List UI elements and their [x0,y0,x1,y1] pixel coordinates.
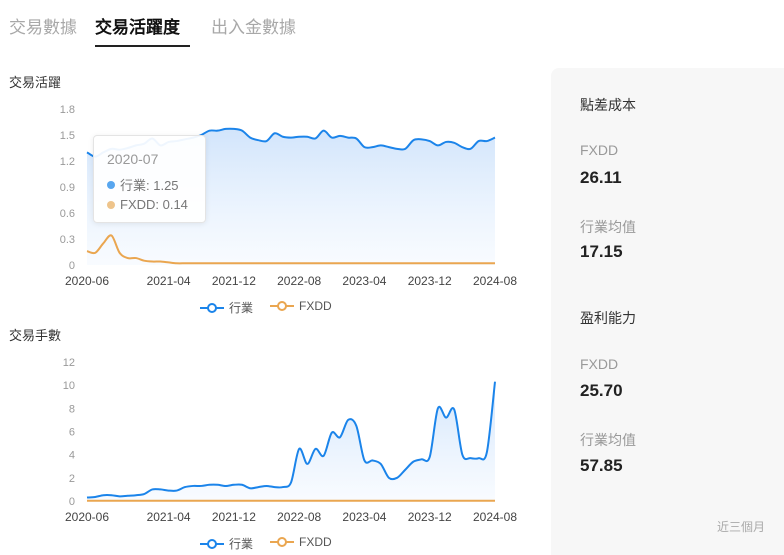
legend-fxdd[interactable]: FXDD [270,535,332,549]
x-tick-label: 2023-12 [408,510,452,524]
y-tick-label: 4 [69,450,75,462]
profit-industry-label: 行業均值 [580,432,636,448]
x-tick-label: 2020-06 [65,510,109,524]
y-tick-label: 8 [69,403,75,415]
legend-line-icon [270,536,294,548]
legend-line-icon [200,538,224,550]
y-tick-label: 10 [63,380,75,392]
y-tick-label: 2 [69,473,75,485]
spread-industry-label: 行業均值 [580,219,636,235]
metrics-panel: 點差成本 FXDD 26.11 行業均值 17.15 盈利能力 FXDD 25.… [551,68,784,555]
y-tick-label: 12 [63,357,75,369]
spread-fxdd-label: FXDD [580,142,619,158]
legend-industry[interactable]: 行業 [200,535,253,552]
x-tick-label: 2021-04 [147,510,191,524]
profit-industry-value: 57.85 [580,456,623,475]
x-tick-label: 2021-12 [212,510,256,524]
x-tick-label: 2023-04 [342,510,386,524]
spread-industry-value: 17.15 [580,242,623,261]
profitability-title: 盈利能力 [580,310,636,326]
legend-industry-label: 行業 [229,537,254,551]
profit-fxdd-value: 25.70 [580,381,623,400]
spread-fxdd-value: 26.11 [580,168,622,187]
period-footnote: 近三個月 [717,520,766,534]
legend-fxdd-label: FXDD [299,535,332,549]
y-tick-label: 6 [69,427,75,439]
x-tick-label: 2024-08 [473,510,517,524]
lots-chart-legend: 行業 FXDD [200,535,340,551]
lots-chart[interactable]: 0 2 4 6 8 10 12 2020-06 2021-04 2021-12 2022-08 202… [0,0,540,555]
y-tick-label: 0 [69,496,75,508]
spread-cost-title: 點差成本 [580,97,636,113]
x-tick-label: 2022-08 [277,510,321,524]
profit-fxdd-label: FXDD [580,356,619,372]
